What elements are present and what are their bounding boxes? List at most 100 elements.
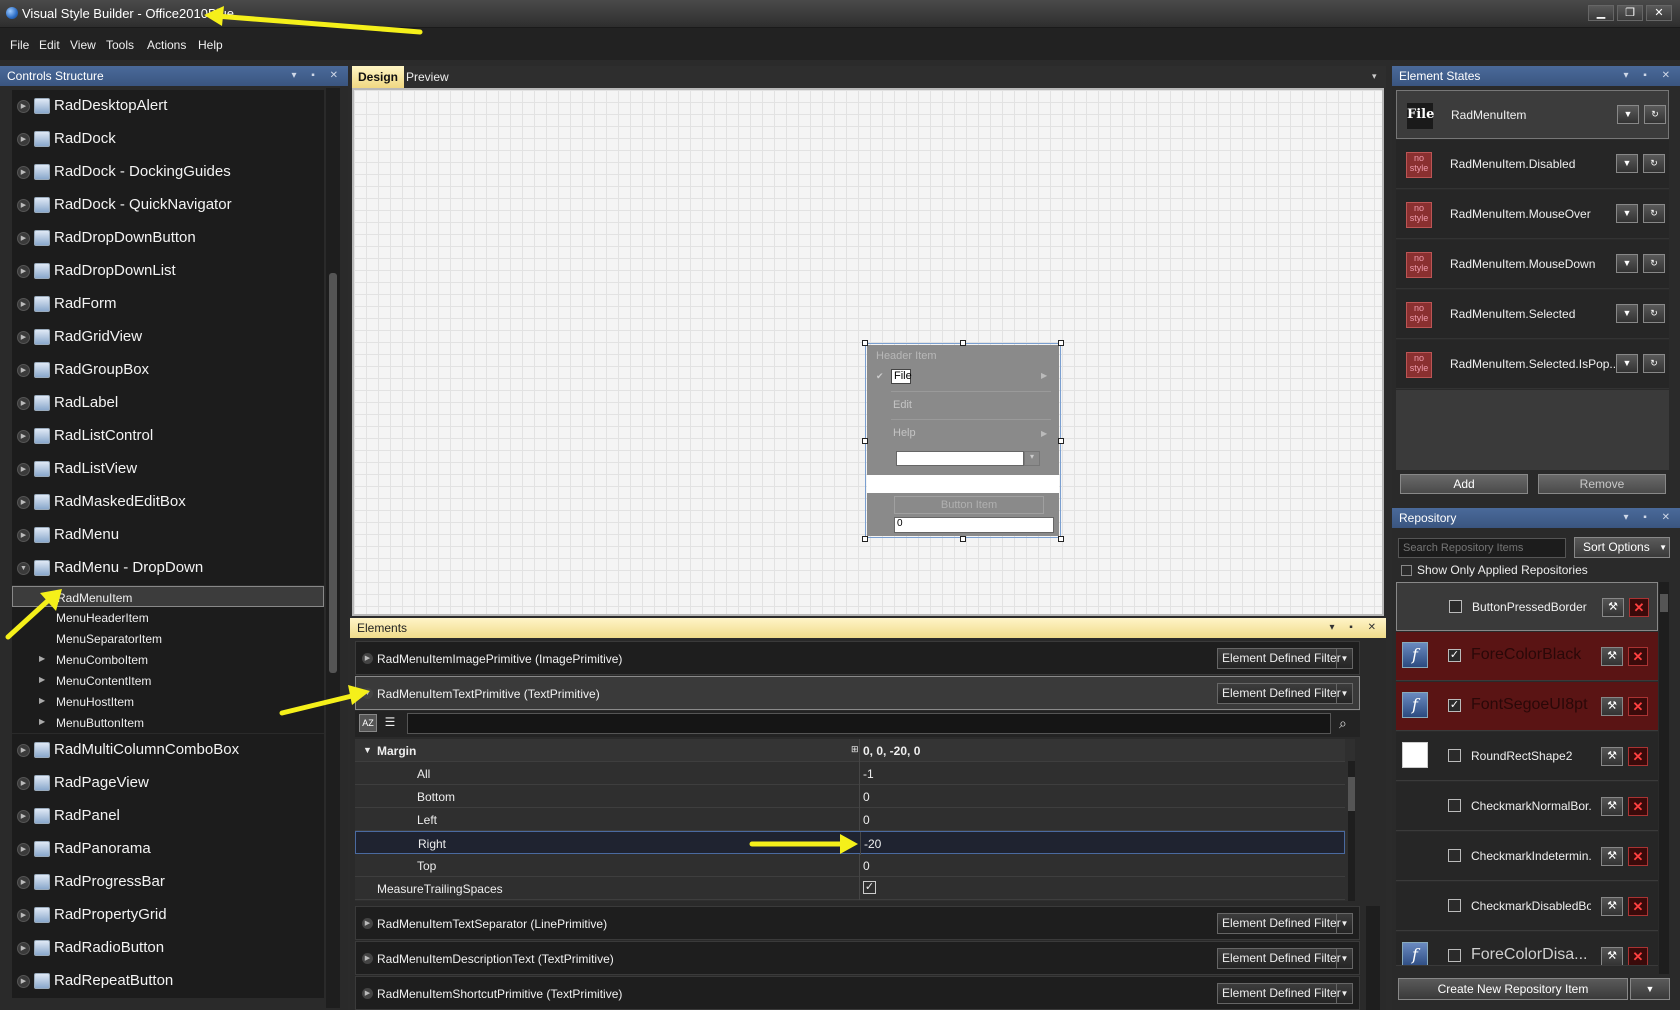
tree-item[interactable]: ▶ RadPropertyGrid <box>12 899 324 932</box>
preview-help-item[interactable]: Help <box>893 427 916 439</box>
chevron-down-icon[interactable]: ▼ <box>1616 204 1638 223</box>
expand-icon[interactable]: ▶ <box>17 298 30 311</box>
tree-item[interactable]: ▶ RadDock - QuickNavigator <box>12 189 324 222</box>
chevron-down-icon[interactable]: ▼ <box>1616 254 1638 273</box>
expand-icon[interactable]: ▶ <box>362 988 373 999</box>
property-scroll-thumb[interactable] <box>1348 777 1355 811</box>
element-row-selected[interactable]: ▼ RadMenuItemTextPrimitive (TextPrimitiv… <box>355 676 1360 710</box>
tab-design[interactable]: Design <box>352 66 405 88</box>
expand-icon[interactable]: ▶ <box>39 717 45 726</box>
repository-item-checkbox[interactable] <box>1448 749 1461 762</box>
property-value[interactable]: 0 <box>863 859 870 873</box>
property-scrollbar[interactable] <box>1348 761 1355 901</box>
repository-item[interactable]: CheckmarkNormalBor... ⚒ ✕ <box>1396 782 1658 831</box>
tree-item[interactable]: ▶ RadRadioButton <box>12 932 324 965</box>
expand-icon[interactable]: ▶ <box>17 232 30 245</box>
expand-icon[interactable]: ▶ <box>17 430 30 443</box>
property-value[interactable]: 0, 0, -20, 0 <box>863 744 920 758</box>
expand-icon[interactable]: ▶ <box>17 496 30 509</box>
tree-item[interactable]: ▶ RadDock <box>12 123 324 156</box>
element-row[interactable]: ▶ RadMenuItemShortcutPrimitive (TextPrim… <box>355 976 1360 1010</box>
expand-icon[interactable]: ▶ <box>362 653 373 664</box>
menu-view[interactable]: View <box>70 38 96 52</box>
preview-edit-item[interactable]: Edit <box>893 399 912 411</box>
property-row[interactable]: Left 0 <box>355 808 1345 831</box>
create-dropdown-chevron-down-icon[interactable]: ▼ <box>1630 978 1670 1000</box>
expand-icon[interactable]: ▶ <box>17 265 30 278</box>
delete-icon[interactable]: ✕ <box>1628 897 1648 916</box>
repository-item[interactable]: RoundRectShape2 ⚒ ✕ <box>1396 732 1658 781</box>
expand-icon[interactable]: ▶ <box>17 843 30 856</box>
repository-search-input[interactable] <box>1398 538 1566 558</box>
element-filter-dropdown[interactable]: Element Defined Filter ▼ <box>1217 683 1353 704</box>
refresh-icon[interactable]: ↻ <box>1643 254 1665 273</box>
expand-icon[interactable]: ▶ <box>39 675 45 684</box>
tree-item[interactable]: ▶ RadListView <box>12 453 324 486</box>
refresh-icon[interactable]: ↻ <box>1644 105 1666 124</box>
state-row[interactable]: no style RadMenuItem.Selected ▼ ↻ <box>1396 290 1669 339</box>
preview-file-item[interactable]: File <box>891 369 912 384</box>
panel-pin-close-icons[interactable]: ▾ ▪ ✕ <box>1624 508 1677 528</box>
tree-item[interactable]: ▶ RadForm <box>12 288 324 321</box>
preview-button-item[interactable]: Button Item <box>894 496 1044 514</box>
tree-item[interactable]: ▶ RadProgressBar <box>12 866 324 899</box>
minimize-button[interactable]: ▁ <box>1588 5 1614 21</box>
repository-item-checkbox[interactable] <box>1448 949 1461 962</box>
element-filter-dropdown[interactable]: Element Defined Filter ▼ <box>1217 648 1353 669</box>
remove-state-button[interactable]: Remove <box>1538 474 1666 494</box>
menu-help[interactable]: Help <box>198 38 223 52</box>
tree-item[interactable]: ▶ RadListControl <box>12 420 324 453</box>
tree-item[interactable]: ▶ RadLabel <box>12 387 324 420</box>
property-value[interactable]: -20 <box>864 837 881 851</box>
state-row[interactable]: no style RadMenuItem.Selected.IsPop... ▼… <box>1396 340 1669 389</box>
repository-item-checkbox[interactable] <box>1448 849 1461 862</box>
repository-item[interactable]: CheckmarkDisabledBo... ⚒ ✕ <box>1396 882 1658 931</box>
expand-icon[interactable]: ▶ <box>17 876 30 889</box>
preview-combo-textbox[interactable] <box>896 451 1024 466</box>
chevron-down-icon[interactable]: ▼ <box>1616 354 1638 373</box>
menu-edit[interactable]: Edit <box>39 38 60 52</box>
repository-item[interactable]: f ForeColorDisa... ⚒ ✕ <box>1396 932 1658 966</box>
menu-tools[interactable]: Tools <box>106 38 134 52</box>
delete-icon[interactable]: ✕ <box>1628 647 1648 666</box>
repository-item-checkbox[interactable] <box>1448 799 1461 812</box>
property-search-input[interactable] <box>407 713 1331 734</box>
element-filter-dropdown[interactable]: Element Defined Filter ▼ <box>1217 913 1353 934</box>
delete-icon[interactable]: ✕ <box>1628 947 1648 965</box>
tree-item[interactable]: ▶ RadRepeatButton <box>12 965 324 998</box>
tree-scrollbar[interactable] <box>326 88 340 1008</box>
property-row[interactable]: MeasureTrailingSpaces ✓ <box>355 877 1345 900</box>
element-row[interactable]: ▶ RadMenuItemDescriptionText (TextPrimit… <box>355 941 1360 975</box>
show-applied-checkbox[interactable] <box>1401 565 1412 576</box>
refresh-icon[interactable]: ↻ <box>1643 304 1665 323</box>
delete-icon[interactable]: ✕ <box>1628 697 1648 716</box>
edit-icon[interactable]: ⚒ <box>1601 697 1623 716</box>
panel-pin-close-icons[interactable]: ▾ ▪ ✕ <box>292 66 345 86</box>
edit-icon[interactable]: ⚒ <box>1601 897 1623 916</box>
repository-item-checkbox[interactable]: ✓ <box>1448 699 1461 712</box>
expand-icon[interactable]: ▶ <box>39 696 45 705</box>
tree-item[interactable]: ▶ RadDock - DockingGuides <box>12 156 324 189</box>
edit-icon[interactable]: ⚒ <box>1601 847 1623 866</box>
property-value[interactable]: 0 <box>863 813 870 827</box>
resize-handle[interactable] <box>862 536 868 542</box>
menu-preview-control[interactable]: Header Item ✔ File ▶ Edit Help ▶ ▾ Butto… <box>862 340 1064 542</box>
tree-item[interactable]: ▶ RadPanorama <box>12 833 324 866</box>
tree-item[interactable]: ▶ RadMultiColumnComboBox <box>12 734 324 767</box>
refresh-icon[interactable]: ↻ <box>1643 204 1665 223</box>
property-value[interactable]: 0 <box>863 790 870 804</box>
resize-handle[interactable] <box>960 340 966 346</box>
element-filter-dropdown[interactable]: Element Defined Filter ▼ <box>1217 948 1353 969</box>
expand-icon[interactable]: ▶ <box>17 942 30 955</box>
close-button[interactable]: ✕ <box>1646 5 1672 21</box>
preview-combo-arrow-icon[interactable]: ▾ <box>1024 451 1040 466</box>
edit-icon[interactable]: ⚒ <box>1602 598 1624 617</box>
expand-icon[interactable]: ▶ <box>17 100 30 113</box>
repository-item-checkbox[interactable] <box>1448 899 1461 912</box>
tree-item[interactable]: ▶ RadPanel <box>12 800 324 833</box>
tab-preview[interactable]: Preview <box>400 66 455 88</box>
resize-handle[interactable] <box>1058 536 1064 542</box>
tree-item[interactable]: ▶ RadDropDownButton <box>12 222 324 255</box>
repository-item[interactable]: f ✓ FontSegoeUI8pt ⚒ ✕ <box>1396 682 1658 731</box>
edit-icon[interactable]: ⚒ <box>1601 747 1623 766</box>
